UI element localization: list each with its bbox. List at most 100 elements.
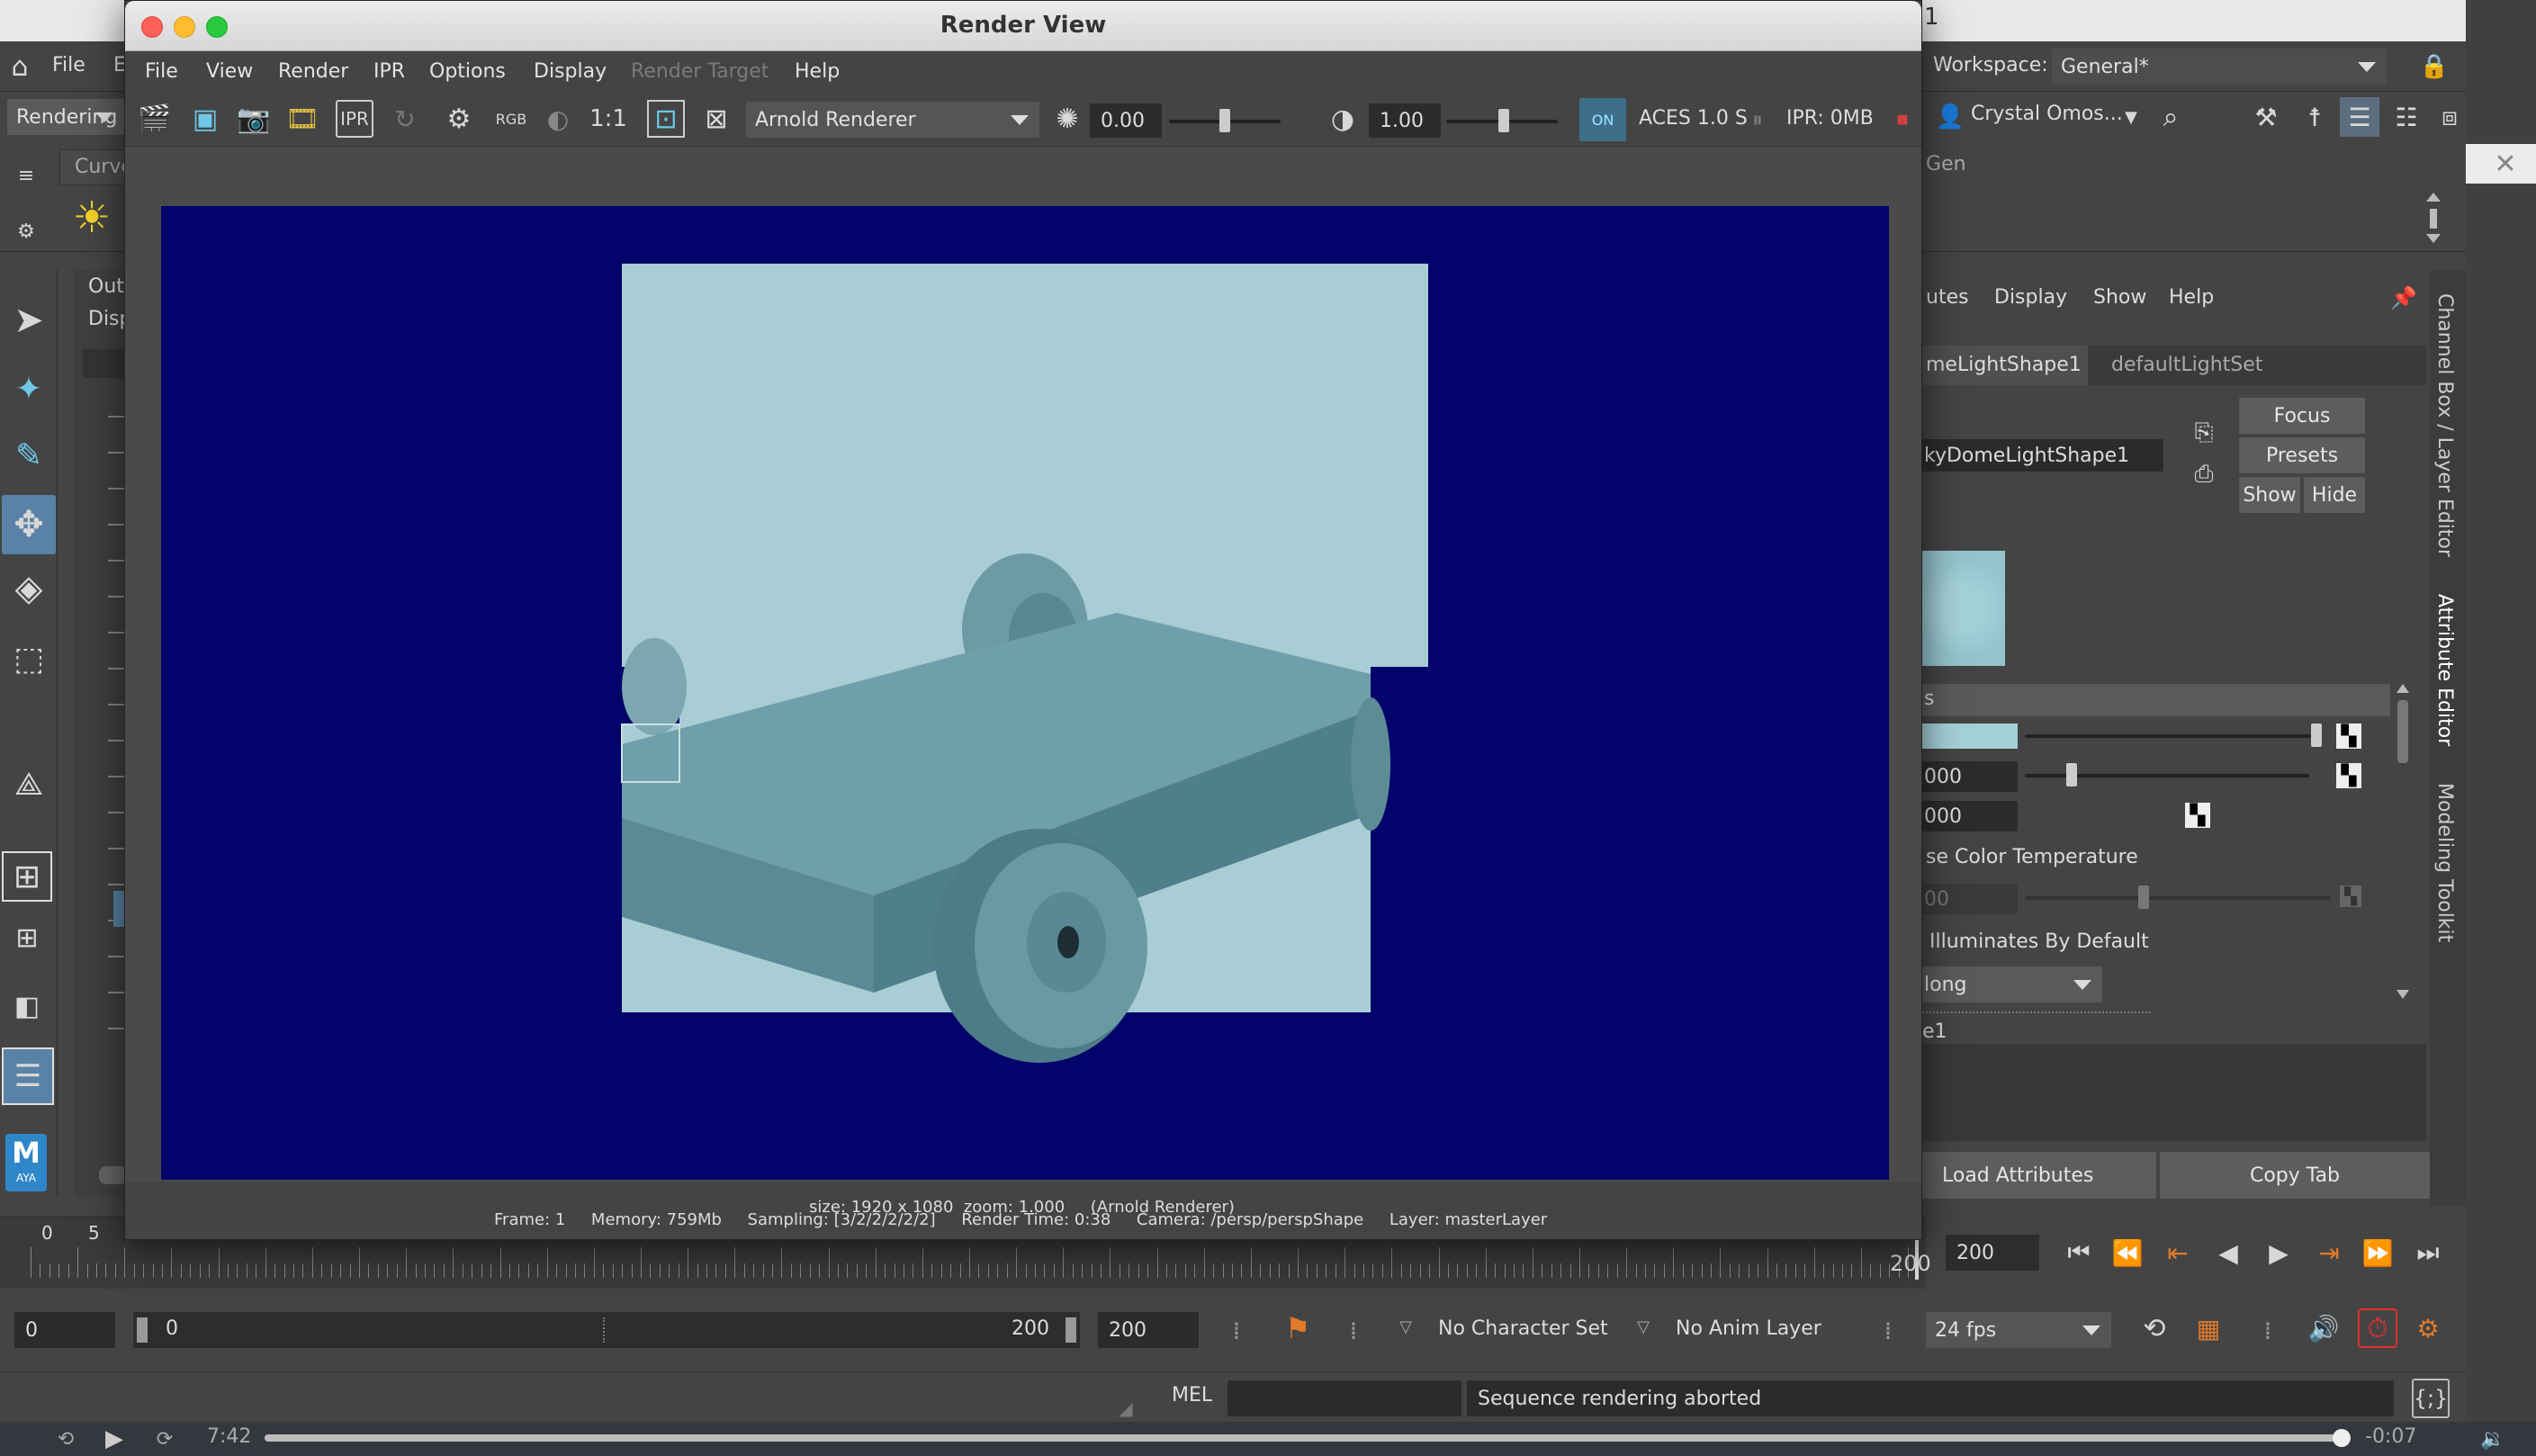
step-back-key-icon[interactable]: ⏪	[2108, 1233, 2147, 1272]
attribute-editor-toggle-icon[interactable]: ☰	[2340, 97, 2379, 137]
lasso-tool-icon[interactable]: ✦	[5, 365, 52, 412]
gamma-icon[interactable]: ◑	[1324, 100, 1362, 138]
resize-grip-icon[interactable]: ◢	[1112, 1395, 1139, 1422]
go-to-end-icon[interactable]: ⏭	[2408, 1233, 2448, 1272]
intensity-map-checker-icon[interactable]: ▚	[2336, 763, 2361, 788]
render-frame-clapper-icon[interactable]: 🎬	[136, 100, 174, 138]
shelf-settings-gear-icon[interactable]: ⚙	[13, 218, 40, 245]
intensity-field[interactable]: 000	[1922, 761, 2018, 792]
menu-view[interactable]: View	[206, 60, 253, 83]
real-size-button[interactable]: 1:1	[588, 100, 629, 138]
hik-toggle-icon[interactable]: ☨	[2295, 97, 2334, 137]
evaluation-manager-icon[interactable]: ⏱	[2358, 1308, 2397, 1348]
outliner-layout-icon[interactable]: ☰	[2, 1047, 54, 1105]
workspace-dropdown[interactable]: General*	[2052, 49, 2387, 85]
gamma-field[interactable]: 1.00	[1369, 103, 1441, 138]
anim-layer-chevron-icon[interactable]: ▽	[1631, 1310, 1656, 1343]
search-help-icon[interactable]: ⌕	[2153, 97, 2189, 137]
range-start-field[interactable]: 0	[14, 1312, 115, 1348]
script-editor-icon[interactable]: {;}	[2412, 1379, 2450, 1418]
side-tab-channel-box[interactable]: Channel Box / Layer Editor	[2433, 293, 2456, 557]
fps-dropdown[interactable]: 24 fps	[1926, 1312, 2111, 1348]
step-forward-frame-icon[interactable]: ⇥	[2309, 1233, 2349, 1272]
snapshot-camera-icon[interactable]: 📷	[235, 100, 273, 138]
shelf-menu-icon[interactable]: ≡	[13, 162, 40, 189]
step-back-frame-icon[interactable]: ⇤	[2158, 1233, 2198, 1272]
anim-layer-label[interactable]: No Anim Layer	[1676, 1317, 1821, 1340]
shelf-right-scroll[interactable]	[2423, 189, 2444, 248]
color-swatch[interactable]	[1922, 724, 2018, 749]
video-progress-bar[interactable]	[265, 1429, 2351, 1447]
attr-scrollbar[interactable]	[2394, 684, 2412, 1001]
attr-menu-display[interactable]: Display	[1994, 286, 2067, 309]
attr-menu-show[interactable]: Show	[2093, 286, 2146, 309]
menu-display[interactable]: Display	[534, 60, 607, 83]
skip-back-icon[interactable]: ⟲	[50, 1425, 81, 1452]
load-attributes-button[interactable]: Load Attributes	[1922, 1152, 2156, 1199]
menu-options[interactable]: Options	[429, 60, 506, 83]
paint-select-tool-icon[interactable]: ✎	[5, 432, 52, 479]
menu-help[interactable]: Help	[795, 60, 840, 83]
node-name-field[interactable]: kyDomeLightShape1	[1922, 439, 2163, 472]
intensity-slider-knob[interactable]	[2066, 763, 2077, 786]
menuset-dropdown[interactable]: Rendering	[7, 99, 124, 135]
attr-tab-skydome-shape[interactable]: meLightShape1	[1922, 346, 2088, 385]
skip-forward-icon[interactable]: ⟳	[149, 1425, 180, 1452]
home-icon[interactable]: ⌂	[4, 50, 36, 83]
attr-menu-help[interactable]: Help	[2169, 286, 2214, 309]
stop-render-icon[interactable]: ⏹	[1887, 102, 1918, 138]
render-settings-icon[interactable]: ⚙	[440, 100, 478, 138]
maya-menu-file[interactable]: File	[52, 54, 85, 76]
play-backwards-icon[interactable]: ◀	[2208, 1233, 2248, 1272]
modeling-toolkit-toggle-icon[interactable]: ⚒	[2246, 97, 2286, 137]
outliner-label[interactable]: Out	[88, 275, 124, 298]
shelf-tab-curve[interactable]: Curve	[59, 149, 133, 185]
presets-button[interactable]: Presets	[2239, 437, 2365, 473]
gamma-slider-knob[interactable]	[1498, 109, 1509, 132]
step-forward-key-icon[interactable]: ⏩	[2358, 1233, 2397, 1272]
scale-tool-icon[interactable]: ⬚	[5, 635, 52, 682]
format-dropdown[interactable]: long	[1922, 966, 2102, 1002]
sound-icon[interactable]: 🔊	[2304, 1308, 2343, 1348]
layout-single-icon[interactable]: ⊞	[2, 851, 52, 902]
loop-playback-icon[interactable]: ⟲	[2135, 1308, 2174, 1348]
input-connections-icon[interactable]: ⎘	[2187, 416, 2221, 450]
copy-tab-button[interactable]: Copy Tab	[2160, 1152, 2430, 1199]
keep-image-icon[interactable]: ⊡	[647, 100, 685, 138]
background-close-icon[interactable]: ✕	[2486, 144, 2525, 184]
lock-icon[interactable]: 🔒	[2420, 50, 2449, 83]
directional-light-sun-icon[interactable]: ☀	[67, 193, 117, 243]
map-button-checker-icon[interactable]: ▚	[2336, 724, 2361, 749]
use-color-temperature-label[interactable]: se Color Temperature	[1926, 846, 2138, 868]
hide-button[interactable]: Hide	[2304, 477, 2365, 513]
section-header[interactable]: s	[1922, 684, 2390, 716]
animation-preferences-icon[interactable]: ⚙	[2408, 1308, 2448, 1348]
color-slider[interactable]	[2025, 734, 2322, 738]
play-forwards-icon[interactable]: ▶	[2259, 1233, 2298, 1272]
attr-tab-default-light-set[interactable]: defaultLightSet	[2097, 346, 2268, 385]
manipulator-icon[interactable]: ⟁	[5, 761, 52, 808]
outliner-search-box[interactable]	[83, 349, 124, 378]
video-progress-knob[interactable]	[2333, 1429, 2351, 1447]
illuminates-by-default-label[interactable]: Illuminates By Default	[1929, 930, 2149, 953]
alpha-channel-icon[interactable]: ◐	[539, 100, 577, 138]
focus-button[interactable]: Focus	[2239, 398, 2365, 434]
ipr-pause-icon[interactable]: ⏸	[1745, 102, 1770, 138]
rgb-channel-button[interactable]: RGB	[492, 100, 530, 138]
render-sequence-icon[interactable]: 🎞	[283, 100, 321, 138]
cache-playback-icon[interactable]: ▦	[2189, 1308, 2228, 1348]
view-transform-label[interactable]: ACES 1.0 S	[1639, 107, 1747, 130]
layout-two-icon[interactable]: ◧	[2, 981, 52, 1031]
layout-four-icon[interactable]: ⊞	[2, 916, 52, 959]
user-name[interactable]: Crystal Omos...	[1971, 103, 2123, 125]
render-region-icon[interactable]: ▣	[186, 100, 224, 138]
exposure-icon[interactable]: ✺	[1048, 100, 1086, 138]
current-frame-field[interactable]: 200	[1946, 1235, 2039, 1271]
video-play-icon[interactable]: ▶	[99, 1425, 130, 1452]
auto-key-icon[interactable]: ⚑	[1278, 1307, 1317, 1350]
range-slider[interactable]	[133, 1312, 1080, 1348]
menu-file[interactable]: File	[145, 60, 178, 83]
exposure-field[interactable]: 0.00	[1090, 103, 1162, 138]
exposure-field[interactable]: 000	[1922, 801, 2018, 831]
rotate-tool-icon[interactable]: ◈	[5, 565, 52, 612]
